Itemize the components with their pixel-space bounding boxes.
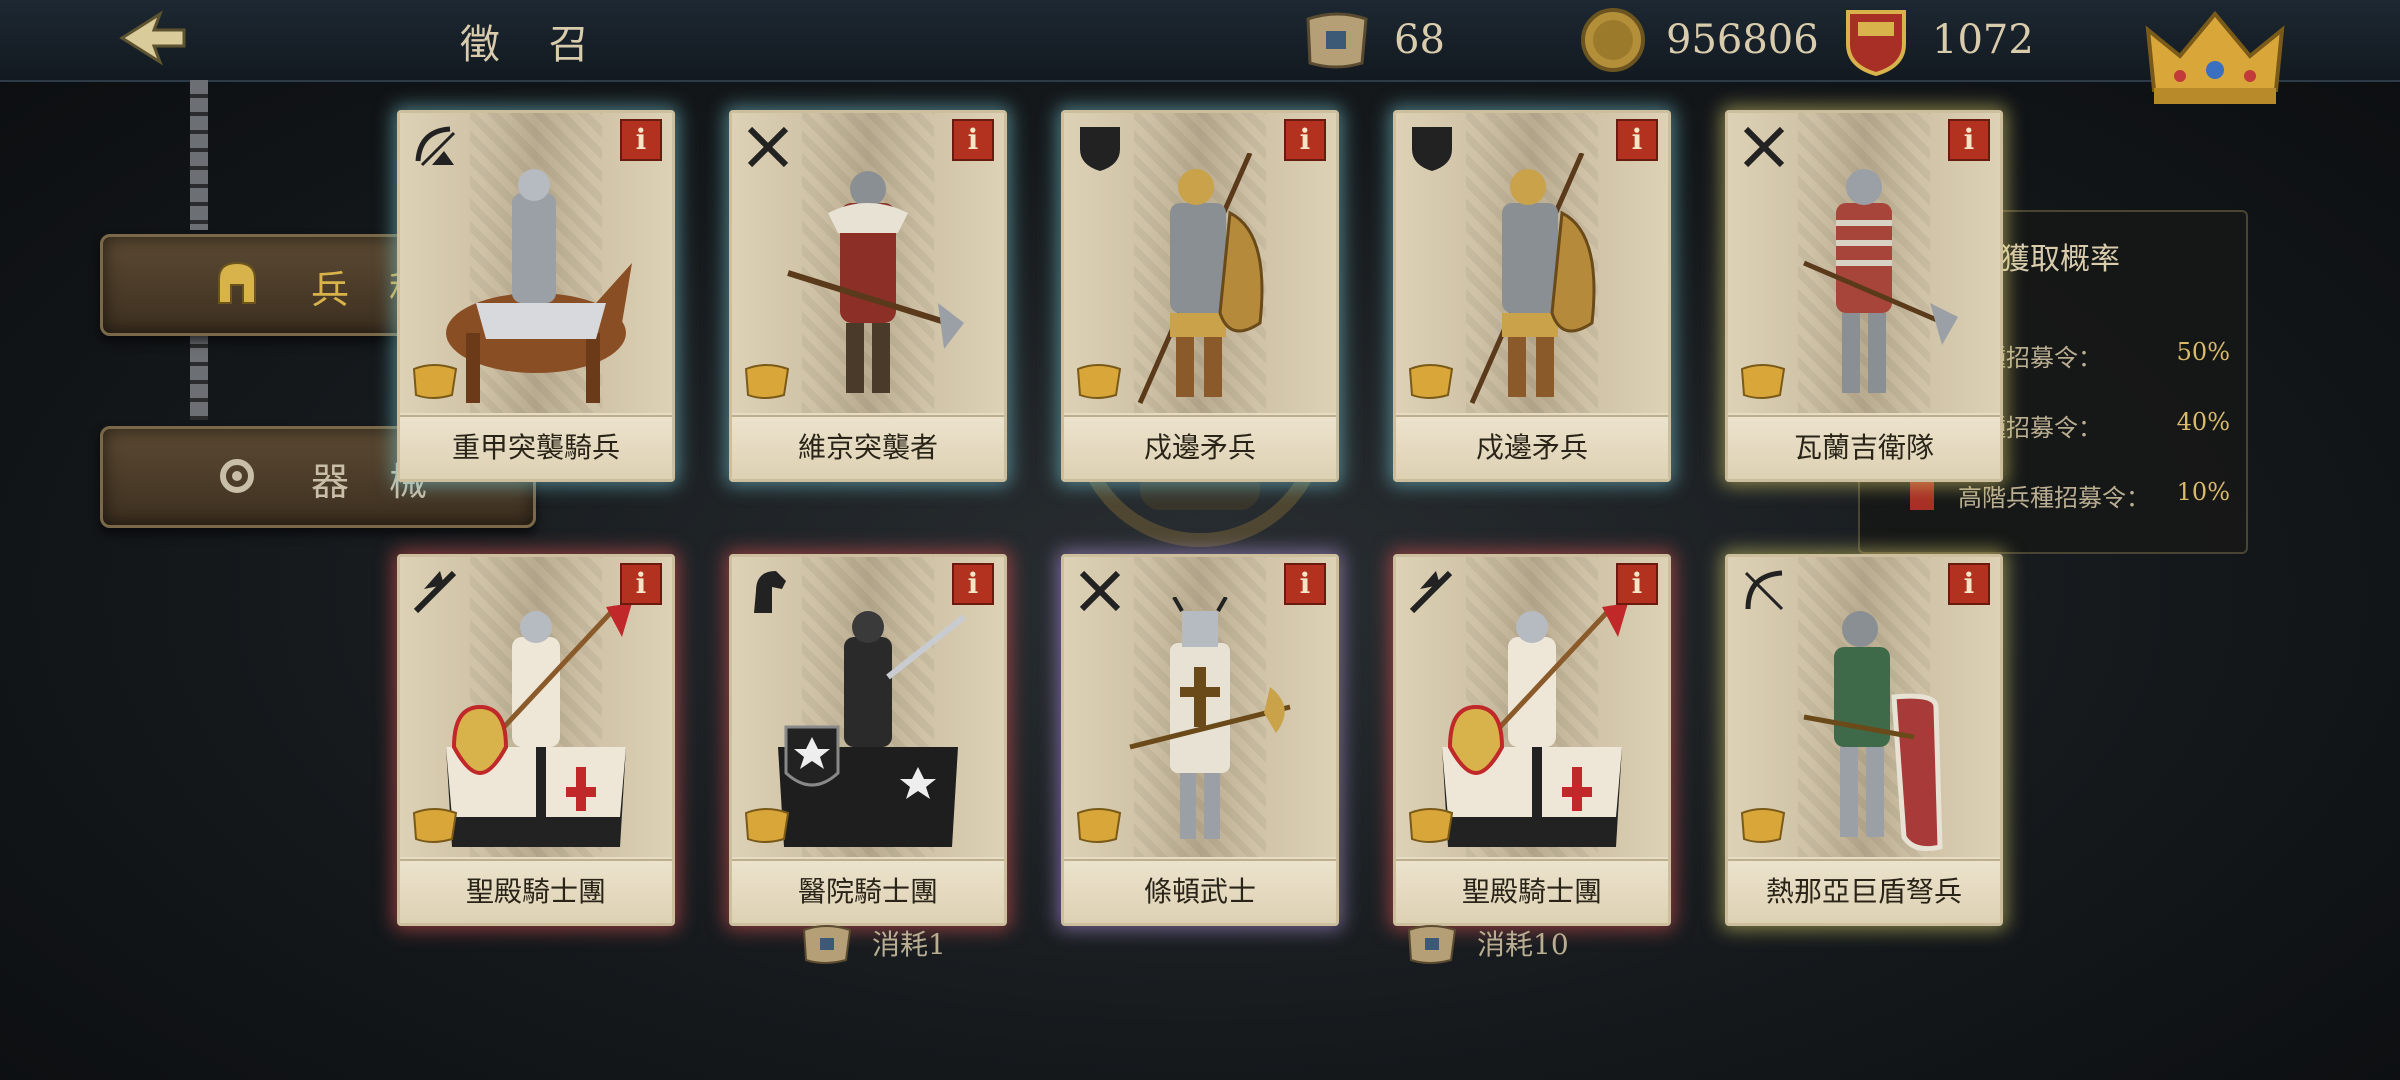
viking-raider-figure (787, 171, 964, 393)
border-spearman-figure (1137, 153, 1264, 405)
info-button[interactable]: i (952, 563, 994, 605)
info-button[interactable]: i (1616, 119, 1658, 161)
helmet-icon (218, 261, 256, 304)
cost-label: 消耗10 (1477, 928, 1569, 961)
unit-card[interactable]: i 聖殿騎士團 (1393, 554, 1671, 926)
teutonic-warrior-figure (1129, 597, 1291, 839)
varangian-guard-figure (1803, 169, 1958, 393)
info-button[interactable]: i (1948, 119, 1990, 161)
crossed-swords-icon (1743, 126, 1785, 168)
unit-name: 聖殿騎士團 (400, 859, 672, 923)
info-button[interactable]: i (620, 119, 662, 161)
cost-label: 消耗1 (872, 928, 946, 961)
gold-count: 956806 (1666, 17, 1819, 63)
unit-card[interactable]: i 條頓武士 (1061, 554, 1339, 926)
crossed-swords-icon (1079, 570, 1121, 612)
recruit-scroll-icon (412, 808, 458, 843)
chain-decoration (190, 80, 208, 230)
unit-card[interactable]: i 戍邊矛兵 (1061, 110, 1339, 482)
info-button[interactable]: i (1948, 563, 1990, 605)
recruit-scroll-icon (1407, 925, 1457, 964)
recruit-scroll-icon (1408, 364, 1454, 399)
recruit-scroll-icon (1306, 12, 1368, 69)
recruit-order-count: 68 (1394, 17, 1445, 63)
unit-card[interactable]: i 聖殿騎士團 (397, 554, 675, 926)
back-arrow-icon[interactable] (110, 8, 190, 68)
unit-name: 戍邊矛兵 (1396, 415, 1668, 479)
recruit-once-cost[interactable]: 消耗1 (800, 918, 946, 968)
genoese-pavise-crossbowman-figure (1803, 611, 1943, 852)
info-button[interactable]: i (620, 563, 662, 605)
unit-card[interactable]: i 瓦蘭吉衛隊 (1725, 110, 2003, 482)
crest-icon (1846, 10, 1906, 77)
unit-name: 條頓武士 (1064, 859, 1336, 923)
lance-icon (413, 570, 457, 614)
info-button[interactable]: i (1616, 563, 1658, 605)
templar-knight-figure (446, 603, 632, 847)
templar-knight-figure (1442, 603, 1628, 847)
horse-head-icon (754, 571, 786, 613)
crest-counter: 1072 (1838, 10, 2034, 77)
gold-coin-icon (1581, 8, 1645, 72)
crest-count: 1072 (1932, 17, 2034, 63)
unit-name: 醫院騎士團 (732, 859, 1004, 923)
probability-title: 獲取概率 (2000, 242, 2120, 277)
recruit-scroll-icon (1076, 808, 1122, 843)
recruit-ten-cost[interactable]: 消耗10 (1405, 918, 1569, 968)
hospitaller-knight-figure (778, 611, 966, 847)
bow-icon (1744, 570, 1784, 611)
unit-card[interactable]: i 重甲突襲騎兵 (397, 110, 675, 482)
crown-icon[interactable] (2140, 0, 2290, 110)
probability-value: 10% (2176, 478, 2230, 506)
info-button[interactable]: i (1284, 563, 1326, 605)
unit-card[interactable]: i 熱那亞巨盾弩兵 (1725, 554, 2003, 926)
advanced-order-marker-icon (1910, 480, 1934, 510)
unit-card[interactable]: i 醫院騎士團 (729, 554, 1007, 926)
probability-label: 高階兵種招募令： (1958, 484, 2150, 512)
unit-name: 熱那亞巨盾弩兵 (1728, 859, 2000, 923)
recruit-scroll-icon (1408, 808, 1454, 843)
recruit-scroll-icon (1076, 364, 1122, 399)
unit-name: 瓦蘭吉衛隊 (1728, 415, 2000, 479)
recruit-scroll-icon (744, 364, 790, 399)
unit-card[interactable]: i 戍邊矛兵 (1393, 110, 1671, 482)
recruit-scroll-icon (412, 364, 458, 399)
page-title: 徵 召 (460, 22, 607, 68)
shield-icon (1080, 127, 1120, 171)
probability-value: 40% (2176, 408, 2230, 436)
chain-decoration (190, 330, 208, 420)
unit-name: 聖殿騎士團 (1396, 859, 1668, 923)
recruit-scroll-icon (1740, 808, 1786, 843)
border-spearman-figure (1469, 153, 1596, 405)
recruit-scroll-icon (802, 925, 852, 964)
heavy-cavalry-figure (446, 169, 632, 403)
gear-icon (220, 459, 254, 493)
shield-icon (1412, 127, 1452, 171)
recruit-order-counter: 68 (1300, 12, 1445, 69)
crossed-swords-icon (747, 126, 789, 168)
unit-name: 維京突襲者 (732, 415, 1004, 479)
lance-icon (1409, 570, 1453, 614)
unit-name: 戍邊矛兵 (1064, 415, 1336, 479)
unit-card[interactable]: i 維京突襲者 (729, 110, 1007, 482)
recruit-scroll-icon (744, 808, 790, 843)
info-button[interactable]: i (952, 119, 994, 161)
probability-value: 50% (2176, 338, 2230, 366)
bow-cavalry-icon (415, 126, 456, 167)
top-bar: 徵 召 68 956806 1072 (0, 0, 2400, 104)
gold-counter: 956806 (1578, 8, 1819, 72)
unit-name: 重甲突襲騎兵 (400, 415, 672, 479)
info-button[interactable]: i (1284, 119, 1326, 161)
recruit-scroll-icon (1740, 364, 1786, 399)
